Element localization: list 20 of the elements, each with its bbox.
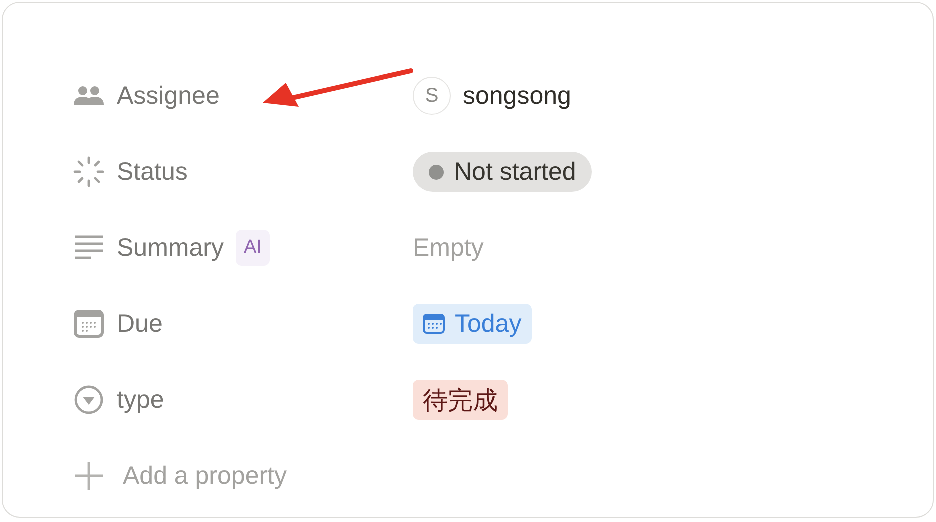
avatar: S [413, 77, 451, 115]
ai-badge: AI [236, 230, 270, 266]
empty-value[interactable]: Empty [413, 234, 484, 262]
text-lines-icon [74, 235, 104, 261]
property-label[interactable]: Assignee [117, 82, 220, 110]
people-icon [73, 85, 105, 107]
property-label[interactable]: Status [117, 158, 188, 186]
dropdown-icon [74, 385, 104, 415]
property-label[interactable]: type [117, 386, 164, 414]
status-tag[interactable]: Not started [413, 152, 592, 192]
assignee-name[interactable]: songsong [463, 82, 572, 110]
loading-icon [73, 156, 105, 188]
property-label[interactable]: Due [117, 310, 163, 338]
add-property-button[interactable]: Add a property [123, 462, 287, 490]
calendar-icon [74, 310, 104, 338]
plus-icon [74, 461, 104, 491]
calendar-icon [423, 314, 445, 334]
date-tag[interactable]: Today [413, 304, 532, 344]
select-tag[interactable]: 待完成 [413, 380, 508, 420]
property-label[interactable]: Summary [117, 234, 224, 262]
